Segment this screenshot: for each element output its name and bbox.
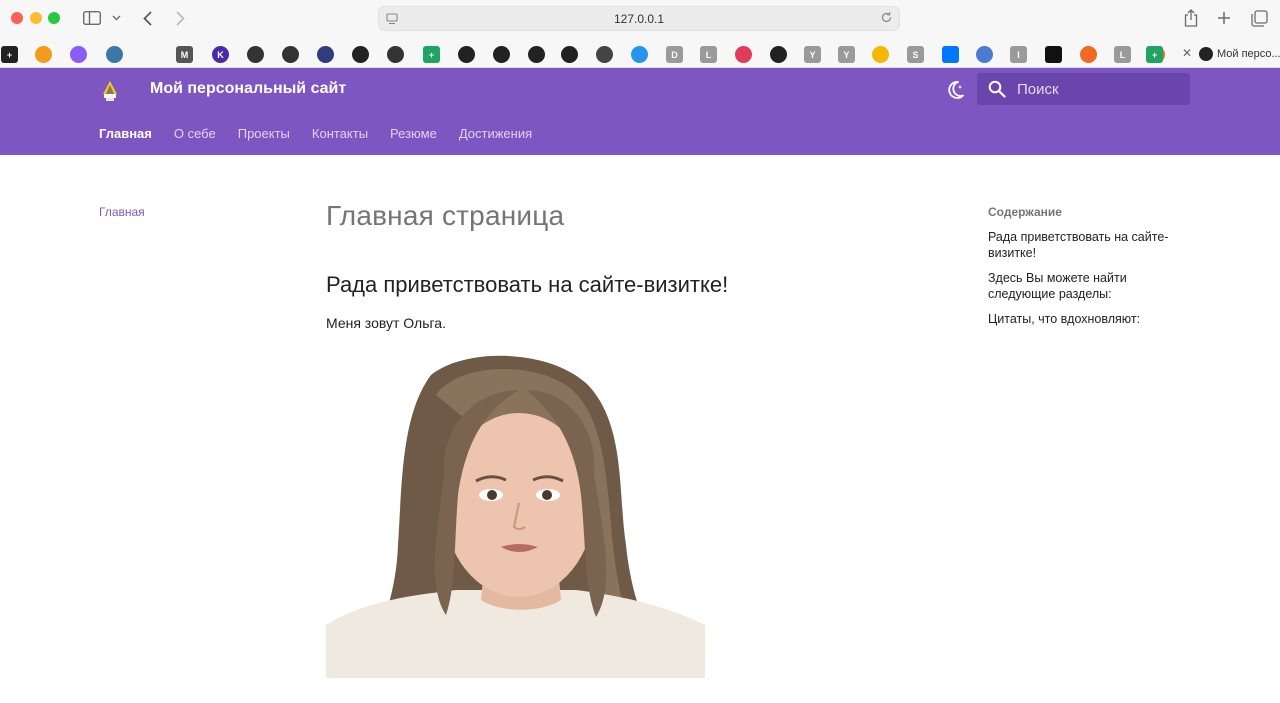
vk-icon[interactable] [942, 46, 959, 63]
page-title: Главная страница [326, 200, 565, 231]
address-url: 127.0.0.1 [613, 12, 665, 26]
circle-icon[interactable] [282, 46, 299, 63]
close-tab-icon[interactable]: ✕ [1182, 46, 1192, 60]
circle-icon[interactable] [387, 46, 404, 63]
reload-icon[interactable] [880, 11, 893, 29]
zoom-window-button[interactable] [48, 12, 60, 24]
alice-icon[interactable] [70, 46, 87, 63]
bookmarks-bar: + M K + D L Y Y S I L + [0, 43, 1280, 67]
bowtie-icon[interactable] [735, 46, 752, 63]
k-icon[interactable]: K [212, 46, 229, 63]
docker-icon[interactable] [631, 46, 648, 63]
plus-green-icon[interactable]: + [1146, 46, 1164, 63]
toc-item[interactable]: Рада приветствовать на сайте-визитке! [988, 229, 1188, 261]
site-header: Мой персональный сайт Поиск Главная О себ… [0, 68, 1280, 155]
minimize-window-button[interactable] [30, 12, 42, 24]
letter-l-icon[interactable]: L [1114, 46, 1131, 63]
intro-text: Меня зовут Ольга. [326, 315, 446, 331]
tab-favicon-icon [1199, 47, 1213, 61]
circle-icon[interactable] [596, 46, 613, 63]
github-icon[interactable] [493, 46, 510, 63]
toc-item[interactable]: Цитаты, что вдохновляют: [988, 311, 1188, 327]
gear-orange-icon[interactable] [1080, 46, 1097, 63]
letter-y-icon[interactable]: Y [838, 46, 855, 63]
table-of-contents: Содержание Рада приветствовать на сайте-… [988, 205, 1188, 336]
github-icon[interactable] [528, 46, 545, 63]
plus-icon[interactable]: + [1, 46, 18, 63]
search-input[interactable]: Поиск [977, 73, 1190, 105]
browser-chrome: 127.0.0.1 + M K + D L Y Y S I L + ✕ Мой персо... [0, 0, 1280, 68]
mail-icon[interactable] [35, 46, 52, 63]
markdown-icon[interactable]: M [176, 46, 193, 63]
circle-icon[interactable] [317, 46, 334, 63]
tab-overview-icon[interactable] [1248, 7, 1270, 29]
letter-l-icon[interactable]: L [700, 46, 717, 63]
nav-item[interactable]: Контакты [312, 126, 368, 141]
moon-icon[interactable] [944, 79, 966, 101]
circle-icon[interactable] [247, 46, 264, 63]
plus-green-icon[interactable]: + [423, 46, 440, 63]
github-icon[interactable] [561, 46, 578, 63]
nav-item[interactable]: Резюме [390, 126, 437, 141]
nav-item[interactable]: О себе [174, 126, 216, 141]
letter-d-icon[interactable]: D [666, 46, 683, 63]
sidebar-toggle-icon[interactable] [82, 7, 102, 29]
main-nav: Главная О себе Проекты Контакты Резюме Достиж… [99, 126, 554, 141]
close-window-button[interactable] [11, 12, 23, 24]
github-icon[interactable] [770, 46, 787, 63]
share-icon[interactable] [1181, 7, 1201, 29]
github-icon[interactable] [352, 46, 369, 63]
new-tab-icon[interactable] [1214, 7, 1234, 29]
chevron-down-icon[interactable] [111, 7, 121, 29]
nav-item[interactable]: Достижения [459, 126, 532, 141]
search-placeholder: Поиск [1017, 81, 1059, 98]
sidebar-item-home[interactable]: Главная [99, 205, 145, 219]
main-content: Главная страница Рада приветствовать на … [326, 200, 926, 678]
back-icon[interactable] [140, 7, 154, 29]
search-icon [988, 80, 1006, 98]
section-title: Рада приветствовать на сайте-визитке! [326, 272, 729, 297]
forward-icon[interactable] [173, 7, 187, 29]
address-bar[interactable]: 127.0.0.1 [378, 6, 900, 31]
nav-item[interactable]: Проекты [238, 126, 290, 141]
site-logo-icon[interactable] [100, 80, 120, 102]
tab-title[interactable]: Мой персо... [1217, 48, 1280, 60]
letter-i-icon[interactable]: I [1010, 46, 1027, 63]
letter-s-icon[interactable]: S [907, 46, 924, 63]
browser-toolbar: 127.0.0.1 [0, 0, 1280, 38]
ij-icon[interactable] [1045, 46, 1062, 63]
toc-title: Содержание [988, 205, 1062, 219]
letter-y-icon[interactable]: Y [804, 46, 821, 63]
nav-item[interactable]: Главная [99, 126, 152, 141]
python-icon[interactable] [106, 46, 123, 63]
cube-icon[interactable] [976, 46, 993, 63]
site-title[interactable]: Мой персональный сайт [150, 80, 346, 98]
toc-item[interactable]: Здесь Вы можете найти следующие разделы: [988, 270, 1188, 302]
github-icon[interactable] [458, 46, 475, 63]
image-icon[interactable] [872, 46, 889, 63]
profile-photo [326, 355, 705, 678]
